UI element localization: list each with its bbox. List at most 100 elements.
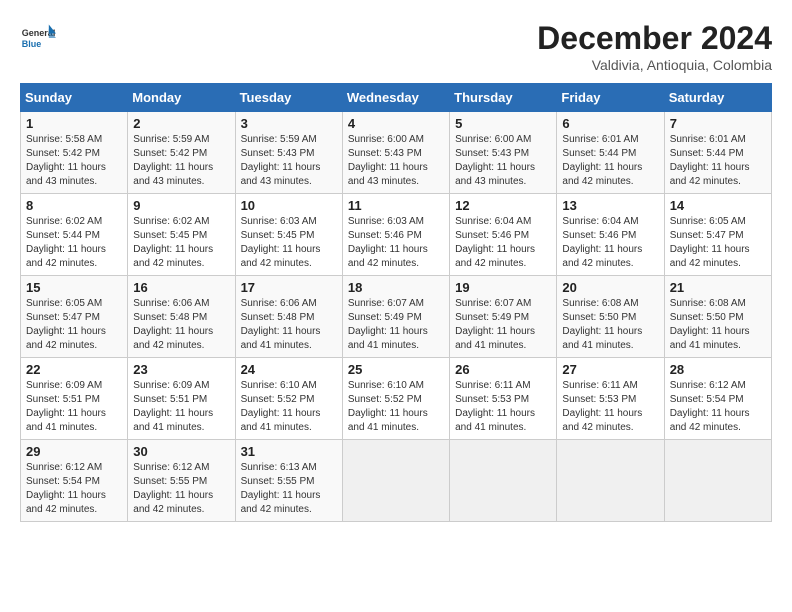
day-info: Sunrise: 6:00 AMSunset: 5:43 PMDaylight:… — [348, 133, 444, 189]
day-cell: 2 Sunrise: 5:59 AMSunset: 5:42 PMDaylight… — [128, 112, 235, 194]
logo: General Blue — [20, 20, 56, 56]
day-number: 28 — [670, 362, 766, 377]
day-number: 30 — [133, 444, 229, 459]
day-cell: 19Sunrise: 6:07 AMSunset: 5:49 PMDayligh… — [450, 276, 557, 358]
day-number: 9 — [133, 198, 229, 213]
week-row-2: 8 Sunrise: 6:02 AMSunset: 5:44 PMDaylight… — [21, 194, 772, 276]
day-number: 27 — [562, 362, 658, 377]
day-info: Sunrise: 6:07 AMSunset: 5:49 PMDaylight:… — [348, 297, 444, 353]
day-info: Sunrise: 6:06 AMSunset: 5:48 PMDaylight:… — [241, 297, 337, 353]
day-cell: 6 Sunrise: 6:01 AMSunset: 5:44 PMDaylight… — [557, 112, 664, 194]
day-cell: 25Sunrise: 6:10 AMSunset: 5:52 PMDayligh… — [342, 358, 449, 440]
day-cell: 20 Sunrise: 6:08 AMSunset: 5:50 PMDayligh… — [557, 276, 664, 358]
day-cell: 3 Sunrise: 5:59 AMSunset: 5:43 PMDaylight… — [235, 112, 342, 194]
header: General Blue December 2024 Valdivia, Ant… — [20, 20, 772, 73]
day-number: 5 — [455, 116, 551, 131]
day-info: Sunrise: 6:02 AMSunset: 5:44 PMDaylight:… — [26, 215, 122, 271]
day-number: 24 — [241, 362, 337, 377]
svg-text:Blue: Blue — [22, 39, 42, 49]
day-number: 10 — [241, 198, 337, 213]
day-cell — [450, 440, 557, 522]
day-info: Sunrise: 6:05 AMSunset: 5:47 PMDaylight:… — [26, 297, 122, 353]
day-info: Sunrise: 6:12 AMSunset: 5:55 PMDaylight:… — [133, 461, 229, 517]
logo-icon: General Blue — [20, 20, 56, 56]
day-info: Sunrise: 6:13 AMSunset: 5:55 PMDaylight:… — [241, 461, 337, 517]
week-row-4: 22 Sunrise: 6:09 AMSunset: 5:51 PMDayligh… — [21, 358, 772, 440]
day-cell: 7Sunrise: 6:01 AMSunset: 5:44 PMDaylight… — [664, 112, 771, 194]
col-saturday: Saturday — [664, 84, 771, 112]
day-info: Sunrise: 6:11 AMSunset: 5:53 PMDaylight:… — [562, 379, 658, 435]
day-number: 22 — [26, 362, 122, 377]
day-cell: 30 Sunrise: 6:12 AMSunset: 5:55 PMDayligh… — [128, 440, 235, 522]
day-cell: 11 Sunrise: 6:03 AMSunset: 5:46 PMDayligh… — [342, 194, 449, 276]
day-number: 14 — [670, 198, 766, 213]
calendar-table: Sunday Monday Tuesday Wednesday Thursday… — [20, 83, 772, 522]
week-row-5: 29 Sunrise: 6:12 AMSunset: 5:54 PMDayligh… — [21, 440, 772, 522]
col-wednesday: Wednesday — [342, 84, 449, 112]
day-cell: 1 Sunrise: 5:58 AMSunset: 5:42 PMDaylight… — [21, 112, 128, 194]
col-tuesday: Tuesday — [235, 84, 342, 112]
day-info: Sunrise: 6:12 AMSunset: 5:54 PMDaylight:… — [670, 379, 766, 435]
day-number: 3 — [241, 116, 337, 131]
header-row: Sunday Monday Tuesday Wednesday Thursday… — [21, 84, 772, 112]
day-cell: 4Sunrise: 6:00 AMSunset: 5:43 PMDaylight… — [342, 112, 449, 194]
day-number: 18 — [348, 280, 444, 295]
day-cell: 9 Sunrise: 6:02 AMSunset: 5:45 PMDaylight… — [128, 194, 235, 276]
day-number: 25 — [348, 362, 444, 377]
day-number: 11 — [348, 198, 444, 213]
day-cell: 8 Sunrise: 6:02 AMSunset: 5:44 PMDaylight… — [21, 194, 128, 276]
day-number: 8 — [26, 198, 122, 213]
day-info: Sunrise: 6:03 AMSunset: 5:46 PMDaylight:… — [348, 215, 444, 271]
day-cell: 13 Sunrise: 6:04 AMSunset: 5:46 PMDayligh… — [557, 194, 664, 276]
day-info: Sunrise: 5:58 AMSunset: 5:42 PMDaylight:… — [26, 133, 122, 189]
day-cell: 12 Sunrise: 6:04 AMSunset: 5:46 PMDayligh… — [450, 194, 557, 276]
day-cell: 15Sunrise: 6:05 AMSunset: 5:47 PMDayligh… — [21, 276, 128, 358]
day-info: Sunrise: 6:11 AMSunset: 5:53 PMDaylight:… — [455, 379, 551, 435]
day-info: Sunrise: 6:02 AMSunset: 5:45 PMDaylight:… — [133, 215, 229, 271]
day-cell: 24Sunrise: 6:10 AMSunset: 5:52 PMDayligh… — [235, 358, 342, 440]
day-number: 1 — [26, 116, 122, 131]
day-number: 20 — [562, 280, 658, 295]
day-info: Sunrise: 6:12 AMSunset: 5:54 PMDaylight:… — [26, 461, 122, 517]
day-info: Sunrise: 6:05 AMSunset: 5:47 PMDaylight:… — [670, 215, 766, 271]
day-info: Sunrise: 6:08 AMSunset: 5:50 PMDaylight:… — [562, 297, 658, 353]
day-cell — [342, 440, 449, 522]
day-number: 16 — [133, 280, 229, 295]
day-info: Sunrise: 5:59 AMSunset: 5:43 PMDaylight:… — [241, 133, 337, 189]
day-info: Sunrise: 6:03 AMSunset: 5:45 PMDaylight:… — [241, 215, 337, 271]
day-number: 19 — [455, 280, 551, 295]
day-info: Sunrise: 5:59 AMSunset: 5:42 PMDaylight:… — [133, 133, 229, 189]
day-info: Sunrise: 6:06 AMSunset: 5:48 PMDaylight:… — [133, 297, 229, 353]
day-info: Sunrise: 6:01 AMSunset: 5:44 PMDaylight:… — [670, 133, 766, 189]
day-cell: 22 Sunrise: 6:09 AMSunset: 5:51 PMDayligh… — [21, 358, 128, 440]
day-cell: 16 Sunrise: 6:06 AMSunset: 5:48 PMDayligh… — [128, 276, 235, 358]
day-info: Sunrise: 6:00 AMSunset: 5:43 PMDaylight:… — [455, 133, 551, 189]
day-cell: 28 Sunrise: 6:12 AMSunset: 5:54 PMDayligh… — [664, 358, 771, 440]
day-cell: 23Sunrise: 6:09 AMSunset: 5:51 PMDayligh… — [128, 358, 235, 440]
day-number: 6 — [562, 116, 658, 131]
day-number: 26 — [455, 362, 551, 377]
day-info: Sunrise: 6:04 AMSunset: 5:46 PMDaylight:… — [455, 215, 551, 271]
day-number: 29 — [26, 444, 122, 459]
day-number: 13 — [562, 198, 658, 213]
week-row-1: 1 Sunrise: 5:58 AMSunset: 5:42 PMDaylight… — [21, 112, 772, 194]
day-info: Sunrise: 6:09 AMSunset: 5:51 PMDaylight:… — [26, 379, 122, 435]
col-sunday: Sunday — [21, 84, 128, 112]
day-number: 2 — [133, 116, 229, 131]
day-cell — [557, 440, 664, 522]
day-number: 12 — [455, 198, 551, 213]
month-year: December 2024 — [537, 20, 772, 57]
col-monday: Monday — [128, 84, 235, 112]
day-cell: 18 Sunrise: 6:07 AMSunset: 5:49 PMDayligh… — [342, 276, 449, 358]
day-info: Sunrise: 6:01 AMSunset: 5:44 PMDaylight:… — [562, 133, 658, 189]
day-cell: 27 Sunrise: 6:11 AMSunset: 5:53 PMDayligh… — [557, 358, 664, 440]
day-cell: 17Sunrise: 6:06 AMSunset: 5:48 PMDayligh… — [235, 276, 342, 358]
day-info: Sunrise: 6:04 AMSunset: 5:46 PMDaylight:… — [562, 215, 658, 271]
title-area: December 2024 Valdivia, Antioquia, Colom… — [537, 20, 772, 73]
day-number: 23 — [133, 362, 229, 377]
day-number: 21 — [670, 280, 766, 295]
day-cell: 21 Sunrise: 6:08 AMSunset: 5:50 PMDayligh… — [664, 276, 771, 358]
day-info: Sunrise: 6:08 AMSunset: 5:50 PMDaylight:… — [670, 297, 766, 353]
col-friday: Friday — [557, 84, 664, 112]
day-cell: 10 Sunrise: 6:03 AMSunset: 5:45 PMDayligh… — [235, 194, 342, 276]
